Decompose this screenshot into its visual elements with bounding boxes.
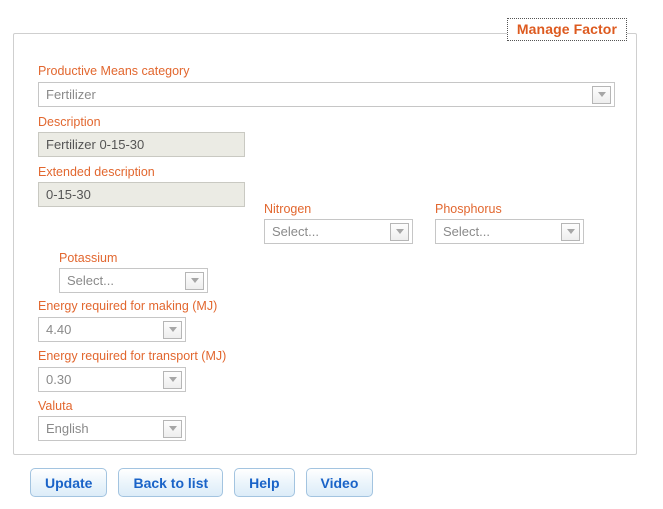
energy-required-for-making-select[interactable]: 4.40 (38, 317, 186, 342)
productive-means-category-select[interactable]: Fertilizer (38, 82, 615, 107)
chevron-down-glyph (168, 377, 177, 382)
chevron-down-glyph (566, 229, 575, 234)
description-value: Fertilizer 0-15-30 (46, 137, 145, 152)
action-button-bar: Update Back to list Help Video (30, 468, 374, 497)
extended-description-value: 0-15-30 (46, 187, 91, 202)
chevron-down-glyph (190, 278, 199, 283)
chevron-down-icon[interactable] (163, 370, 182, 389)
chevron-down-icon[interactable] (185, 271, 204, 290)
chevron-down-glyph (168, 426, 177, 431)
label-energy-required-for-transport: Energy required for transport (MJ) (38, 349, 227, 363)
chevron-down-icon[interactable] (163, 419, 182, 438)
video-button[interactable]: Video (305, 468, 374, 497)
help-button[interactable]: Help (234, 468, 295, 497)
form-area: Productive Means category Fertilizer Des… (14, 34, 638, 456)
energy-required-for-transport-select[interactable]: 0.30 (38, 367, 186, 392)
label-valuta: Valuta (38, 399, 73, 413)
label-extended-description: Extended description (38, 165, 155, 179)
potassium-select[interactable]: Select... (59, 268, 208, 293)
update-button[interactable]: Update (30, 468, 108, 497)
label-description: Description (38, 115, 101, 129)
chevron-down-icon[interactable] (390, 222, 409, 241)
manage-factor-page: Manage Factor Productive Means category … (0, 0, 663, 509)
label-potassium: Potassium (59, 251, 118, 265)
label-nitrogen: Nitrogen (264, 202, 312, 216)
extended-description-field[interactable]: 0-15-30 (38, 182, 245, 207)
nitrogen-select[interactable]: Select... (264, 219, 413, 244)
chevron-down-glyph (168, 327, 177, 332)
label-productive-means-category: Productive Means category (38, 64, 190, 78)
valuta-select[interactable]: English (38, 416, 186, 441)
description-field[interactable]: Fertilizer 0-15-30 (38, 132, 245, 157)
productive-means-category-value: Fertilizer (46, 87, 96, 102)
manage-factor-panel: Manage Factor Productive Means category … (13, 18, 638, 456)
chevron-down-glyph (395, 229, 404, 234)
chevron-down-icon[interactable] (592, 85, 611, 104)
chevron-down-icon[interactable] (163, 320, 182, 339)
label-energy-required-for-making: Energy required for making (MJ) (38, 299, 218, 313)
back-to-list-button[interactable]: Back to list (118, 468, 224, 497)
label-phosphorus: Phosphorus (435, 202, 502, 216)
phosphorus-select[interactable]: Select... (435, 219, 584, 244)
chevron-down-icon[interactable] (561, 222, 580, 241)
chevron-down-glyph (597, 92, 606, 97)
